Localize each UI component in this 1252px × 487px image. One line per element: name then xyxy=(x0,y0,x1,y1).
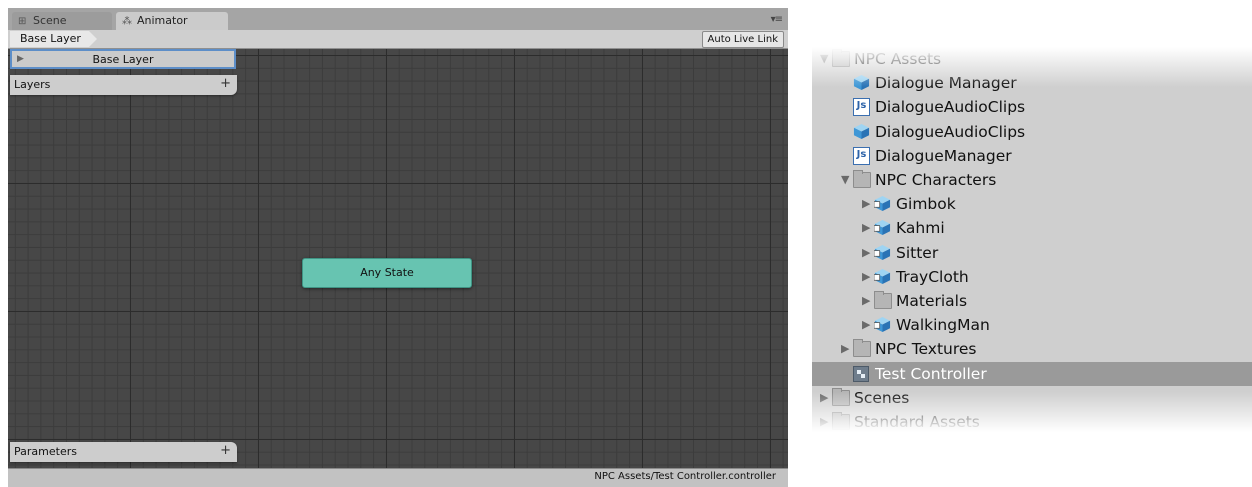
tab-label: Animator xyxy=(137,14,188,27)
tree-item[interactable]: Js DialogueManager xyxy=(812,144,1252,168)
breadcrumb-base-layer[interactable]: Base Layer xyxy=(10,31,97,47)
status-bar: NPC Assets/Test Controller.controller xyxy=(8,468,788,487)
tree-item-label: DialogueManager xyxy=(875,146,1012,165)
tree-item-label: Gimbok xyxy=(896,195,956,214)
layer-item-base-layer[interactable]: ▶ Base Layer xyxy=(10,49,236,69)
window-menu-icon[interactable]: ▾≡ xyxy=(771,14,783,25)
add-layer-button[interactable]: + xyxy=(220,76,231,91)
expand-triangle-icon[interactable]: ▶ xyxy=(862,216,874,240)
tree-item[interactable]: ▶ WalkingMan xyxy=(812,313,1252,337)
expand-triangle-icon[interactable]: ▶ xyxy=(862,192,874,216)
folder-icon xyxy=(874,291,892,309)
project-tree: ▼NPC AssetsDialogue ManagerJsDialogueAud… xyxy=(812,47,1252,432)
tree-item[interactable]: ▶ NPC Textures xyxy=(812,337,1252,361)
tree-item[interactable]: ▶ Materials xyxy=(812,289,1252,313)
tree-item-label: Test Controller xyxy=(875,364,987,383)
js-script-icon: Js xyxy=(853,98,870,117)
auto-live-link-button[interactable]: Auto Live Link xyxy=(701,31,784,48)
model-icon xyxy=(873,244,892,260)
add-parameter-button[interactable]: + xyxy=(220,443,231,458)
parameters-panel-header: Parameters + xyxy=(10,442,237,462)
fade-overlay-top xyxy=(812,47,1252,87)
tab-bar: ⊞ Scene ⁂ Animator ▾≡ xyxy=(8,8,788,30)
collapse-triangle-icon[interactable]: ▼ xyxy=(841,168,853,192)
js-script-icon: Js xyxy=(853,146,870,165)
expand-triangle-icon[interactable]: ▶ xyxy=(862,289,874,313)
animator-window: ⊞ Scene ⁂ Animator ▾≡ Base Layer Auto Live… xyxy=(8,8,788,487)
tree-item[interactable]: Test Controller xyxy=(812,361,1252,386)
controller-path: NPC Assets/Test Controller.controller xyxy=(594,471,776,482)
layer-name: Base Layer xyxy=(92,53,154,66)
layers-panel-header: Layers + xyxy=(10,75,237,95)
tree-item[interactable]: Js DialogueAudioClips xyxy=(812,95,1252,119)
tree-item[interactable]: ▶ Gimbok xyxy=(812,192,1252,216)
model-icon xyxy=(873,219,892,236)
any-state-node[interactable]: Any State xyxy=(302,258,472,288)
folder-icon xyxy=(853,170,871,188)
tab-scene[interactable]: ⊞ Scene xyxy=(12,12,112,30)
tree-item[interactable]: DialogueAudioClips xyxy=(812,120,1252,144)
model-icon xyxy=(873,195,892,212)
tree-item-label: DialogueAudioClips xyxy=(875,122,1026,141)
expand-triangle-icon[interactable]: ▶ xyxy=(862,265,874,289)
tree-item-label: NPC Characters xyxy=(875,171,997,189)
tree-item-label: WalkingMan xyxy=(896,316,990,335)
fade-overlay-bottom xyxy=(812,392,1252,432)
tab-animator[interactable]: ⁂ Animator xyxy=(116,12,228,30)
parameters-label: Parameters xyxy=(14,445,77,458)
tree-item[interactable]: ▶ Kahmi xyxy=(812,216,1252,240)
expand-triangle-icon[interactable]: ▶ xyxy=(841,337,853,361)
breadcrumb-bar: Base Layer Auto Live Link xyxy=(8,30,788,49)
tree-item-label: Sitter xyxy=(896,243,939,262)
tree-item-label: Materials xyxy=(896,292,968,310)
prefab-cube-icon xyxy=(853,123,871,139)
tree-item-label: Kahmi xyxy=(896,219,945,238)
layers-label: Layers xyxy=(14,78,51,91)
tab-label: Scene xyxy=(33,14,67,27)
grid-icon: ⊞ xyxy=(18,16,27,27)
tree-item-label: NPC Textures xyxy=(875,340,977,359)
tree-item-label: TrayCloth xyxy=(896,267,969,286)
tree-item[interactable]: ▼ NPC Characters xyxy=(812,168,1252,192)
folder-icon xyxy=(853,339,871,358)
tree-item[interactable]: ▶ Sitter xyxy=(812,241,1252,265)
expand-triangle-icon[interactable]: ▶ xyxy=(862,241,874,265)
tree-item-label: DialogueAudioClips xyxy=(875,98,1026,117)
animator-controller-icon xyxy=(853,365,869,382)
model-icon xyxy=(873,268,892,284)
expand-triangle-icon[interactable]: ▶ xyxy=(862,313,874,337)
animator-icon: ⁂ xyxy=(122,16,132,27)
tree-item[interactable]: ▶ TrayCloth xyxy=(812,265,1252,289)
model-icon xyxy=(873,316,892,333)
